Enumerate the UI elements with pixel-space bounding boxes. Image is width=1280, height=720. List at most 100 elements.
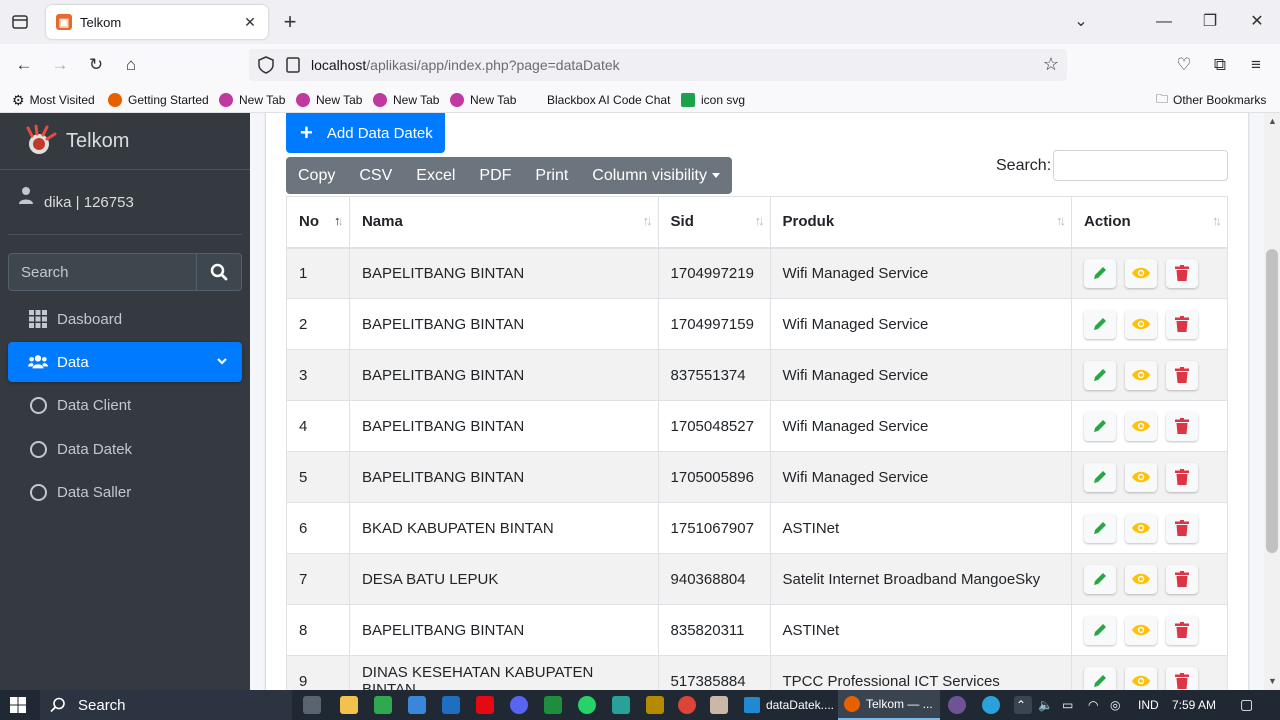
- view-button[interactable]: [1125, 513, 1158, 543]
- sidebar-search-input[interactable]: Search: [8, 253, 196, 291]
- mail-icon[interactable]: [442, 696, 460, 714]
- bookmark-item[interactable]: New Tab: [373, 90, 439, 110]
- column-header-no[interactable]: No ↑↓: [286, 196, 350, 249]
- app-icon[interactable]: [710, 696, 728, 714]
- telegram-icon[interactable]: [982, 696, 1000, 714]
- scroll-down-icon[interactable]: ▼: [1268, 676, 1277, 686]
- netflix-icon[interactable]: [476, 696, 494, 714]
- edit-button[interactable]: [1084, 258, 1117, 288]
- menu-icon[interactable]: ≡: [1244, 53, 1268, 77]
- delete-button[interactable]: [1166, 513, 1199, 543]
- reload-icon[interactable]: ↻: [84, 53, 108, 77]
- delete-button[interactable]: [1166, 411, 1199, 441]
- brand[interactable]: Telkom: [0, 113, 250, 170]
- edit-button[interactable]: [1084, 360, 1117, 390]
- view-button[interactable]: [1125, 258, 1158, 288]
- print-button[interactable]: Print: [523, 157, 580, 194]
- copy-button[interactable]: Copy: [286, 157, 347, 194]
- sidebar-item-data[interactable]: Data: [8, 342, 242, 382]
- task-view-icon[interactable]: [303, 696, 321, 714]
- pdf-button[interactable]: PDF: [467, 157, 523, 194]
- edge-dev-icon[interactable]: [544, 696, 562, 714]
- bookmark-item[interactable]: icon svg: [681, 90, 745, 110]
- view-button[interactable]: [1125, 360, 1158, 390]
- back-icon[interactable]: ←: [12, 53, 36, 77]
- edit-button[interactable]: [1084, 615, 1117, 645]
- taskbar-search[interactable]: Search: [40, 690, 292, 720]
- edit-button[interactable]: [1084, 666, 1117, 690]
- home-icon[interactable]: ⌂: [119, 53, 143, 77]
- sidebar-item-data-saller[interactable]: Data Saller: [8, 472, 242, 512]
- tray-chevron-icon[interactable]: ⌃: [1016, 698, 1026, 712]
- clock[interactable]: 7:59 AM: [1172, 698, 1216, 712]
- tab-list-icon[interactable]: [10, 12, 30, 32]
- edit-button[interactable]: [1084, 513, 1117, 543]
- restore-icon[interactable]: ❐: [1198, 10, 1222, 34]
- edit-button[interactable]: [1084, 462, 1117, 492]
- column-visibility-button[interactable]: Column visibility: [580, 157, 732, 194]
- view-button[interactable]: [1125, 309, 1158, 339]
- bookmark-item[interactable]: Getting Started: [108, 90, 209, 110]
- view-button[interactable]: [1125, 462, 1158, 492]
- table-search-input[interactable]: [1053, 150, 1228, 181]
- forward-icon[interactable]: →: [48, 53, 72, 77]
- sidebar-item-data-datek[interactable]: Data Datek: [8, 429, 242, 469]
- bookmark-star-icon[interactable]: ☆: [1043, 54, 1059, 75]
- app-icon[interactable]: [646, 696, 664, 714]
- delete-button[interactable]: [1166, 666, 1199, 690]
- page-scrollbar[interactable]: ▲ ▼: [1264, 113, 1280, 690]
- sidebar-item-data-client[interactable]: Data Client: [8, 385, 242, 425]
- edge-icon[interactable]: [374, 696, 392, 714]
- battery-icon[interactable]: ▭: [1062, 698, 1073, 712]
- tab-close-icon[interactable]: ✕: [242, 14, 258, 31]
- app-icon[interactable]: [612, 696, 630, 714]
- list-all-tabs-icon[interactable]: ⌄: [1069, 10, 1093, 34]
- user-panel[interactable]: dika | 126753: [8, 170, 242, 235]
- bookmark-item[interactable]: New Tab: [450, 90, 516, 110]
- delete-button[interactable]: [1166, 615, 1199, 645]
- bookmark-item[interactable]: New Tab: [219, 90, 285, 110]
- github-icon[interactable]: [948, 696, 966, 714]
- window-close-icon[interactable]: ✕: [1245, 10, 1269, 34]
- bookmark-item[interactable]: New Tab: [296, 90, 362, 110]
- url-bar[interactable]: localhost/aplikasi/app/index.php?page=da…: [249, 49, 1067, 81]
- edit-button[interactable]: [1084, 411, 1117, 441]
- scrollbar-thumb[interactable]: [1266, 249, 1278, 553]
- delete-button[interactable]: [1166, 258, 1199, 288]
- whatsapp-icon[interactable]: [578, 696, 596, 714]
- bookmark-item[interactable]: ⚙ Most Visited: [12, 90, 95, 110]
- language-indicator[interactable]: IND: [1138, 698, 1159, 712]
- edit-button[interactable]: [1084, 309, 1117, 339]
- discord-icon[interactable]: [510, 696, 528, 714]
- browser-tab[interactable]: ▣ Telkom ✕: [46, 5, 268, 39]
- column-header-action[interactable]: Action ↑↓: [1071, 196, 1228, 249]
- bookmark-item[interactable]: Blackbox AI Code Chat: [529, 90, 670, 110]
- view-button[interactable]: [1125, 564, 1158, 594]
- sidebar-search-button[interactable]: [196, 253, 242, 291]
- wifi-icon[interactable]: ◠: [1088, 698, 1098, 712]
- column-header-sid[interactable]: Sid ↑↓: [657, 196, 771, 249]
- focus-icon[interactable]: ◎: [1110, 698, 1120, 712]
- new-tab-icon[interactable]: +: [280, 10, 300, 34]
- excel-button[interactable]: Excel: [404, 157, 467, 194]
- store-icon[interactable]: [408, 696, 426, 714]
- column-header-produk[interactable]: Produk ↑↓: [769, 196, 1073, 249]
- delete-button[interactable]: [1166, 360, 1199, 390]
- view-button[interactable]: [1125, 666, 1158, 690]
- view-button[interactable]: [1125, 411, 1158, 441]
- pocket-icon[interactable]: ♡: [1172, 53, 1196, 77]
- delete-button[interactable]: [1166, 309, 1199, 339]
- page-icon[interactable]: [285, 56, 301, 74]
- other-bookmarks[interactable]: 🗀 Other Bookmarks: [1156, 90, 1266, 110]
- volume-icon[interactable]: 🔈: [1038, 698, 1053, 712]
- extensions-icon[interactable]: ⧉: [1208, 53, 1232, 77]
- delete-button[interactable]: [1166, 462, 1199, 492]
- sidebar-item-dasboard[interactable]: Dasboard: [8, 299, 242, 339]
- chrome-icon[interactable]: [678, 696, 696, 714]
- file-explorer-icon[interactable]: [340, 696, 358, 714]
- view-button[interactable]: [1125, 615, 1158, 645]
- notifications-icon[interactable]: ▢: [1240, 696, 1253, 713]
- windows-start-icon[interactable]: [10, 697, 26, 713]
- taskbar-app-vscode[interactable]: dataDatek....: [738, 690, 834, 720]
- shield-icon[interactable]: [257, 56, 275, 74]
